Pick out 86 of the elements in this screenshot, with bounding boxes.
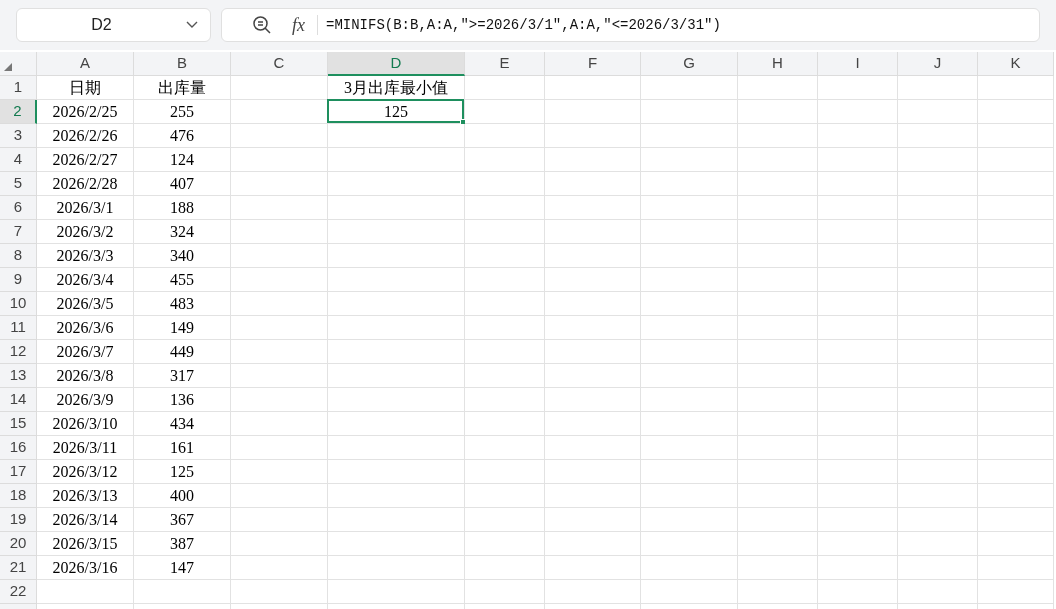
row-header[interactable]: 13 (0, 364, 37, 388)
table-cell: 日期 (37, 76, 134, 100)
row-header[interactable]: 21 (0, 556, 37, 580)
table-cell: 2026/2/27 (37, 148, 134, 172)
table-cell: 2026/3/11 (37, 436, 134, 460)
column-header[interactable]: I (818, 52, 898, 76)
table-cell: 2026/3/2 (37, 220, 134, 244)
table-cell: 317 (134, 364, 231, 388)
cell-reference: D2 (90, 15, 113, 35)
table-cell: 2026/3/4 (37, 268, 134, 292)
row-header[interactable]: 11 (0, 316, 37, 340)
column-header[interactable]: F (545, 52, 641, 76)
zoom-icon[interactable] (252, 15, 272, 35)
insert-function-button[interactable]: fx (292, 11, 305, 39)
table-cell: 2026/3/8 (37, 364, 134, 388)
table-cell: 2026/3/6 (37, 316, 134, 340)
table-cell: 161 (134, 436, 231, 460)
table-cell: 149 (134, 316, 231, 340)
row-header[interactable]: 20 (0, 532, 37, 556)
table-cell: 455 (134, 268, 231, 292)
column-header[interactable]: E (465, 52, 545, 76)
row-header[interactable]: 19 (0, 508, 37, 532)
column-header[interactable]: H (738, 52, 818, 76)
table-cell: 3月出库最小值 (328, 76, 465, 100)
row-header[interactable]: 16 (0, 436, 37, 460)
row-header[interactable]: 4 (0, 148, 37, 172)
row-header[interactable]: 22 (0, 580, 37, 604)
row-header[interactable]: 10 (0, 292, 37, 316)
table-cell: 2026/3/1 (37, 196, 134, 220)
select-all-icon[interactable] (4, 63, 12, 71)
table-cell: 125 (328, 100, 465, 124)
table-cell: 255 (134, 100, 231, 124)
table-cell: 2026/3/14 (37, 508, 134, 532)
formula-bar[interactable]: fx =MINIFS(B:B,A:A,″>=2026/3/1″,A:A,″<=2026/3/31″) (221, 8, 1040, 42)
column-header[interactable]: C (231, 52, 328, 76)
column-header[interactable]: K (978, 52, 1054, 76)
chevron-down-icon (186, 21, 198, 29)
table-cell: 2026/2/28 (37, 172, 134, 196)
row-header[interactable]: 17 (0, 460, 37, 484)
column-header[interactable]: G (641, 52, 738, 76)
table-cell: 407 (134, 172, 231, 196)
table-cell: 2026/3/13 (37, 484, 134, 508)
row-header[interactable]: 14 (0, 388, 37, 412)
table-cell: 147 (134, 556, 231, 580)
table-cell: 367 (134, 508, 231, 532)
row-header[interactable]: 8 (0, 244, 37, 268)
row-header[interactable]: 1 (0, 76, 37, 100)
row-header[interactable]: 2 (0, 100, 37, 124)
column-header[interactable]: J (898, 52, 978, 76)
table-cell: 449 (134, 340, 231, 364)
table-cell: 188 (134, 196, 231, 220)
table-cell: 324 (134, 220, 231, 244)
table-cell: 2026/3/9 (37, 388, 134, 412)
table-cell: 出库量 (134, 76, 231, 100)
table-cell: 2026/3/15 (37, 532, 134, 556)
formula-text: =MINIFS(B:B,A:A,″>=2026/3/1″,A:A,″<=2026/3/31″) (326, 15, 721, 35)
table-cell: 434 (134, 412, 231, 436)
table-cell: 2026/2/26 (37, 124, 134, 148)
column-header[interactable]: D (328, 52, 465, 76)
table-cell: 483 (134, 292, 231, 316)
column-header[interactable]: B (134, 52, 231, 76)
table-cell: 125 (134, 460, 231, 484)
table-cell: 2026/3/10 (37, 412, 134, 436)
row-header[interactable]: 5 (0, 172, 37, 196)
table-cell: 340 (134, 244, 231, 268)
row-header[interactable]: 12 (0, 340, 37, 364)
table-cell: 124 (134, 148, 231, 172)
table-cell: 476 (134, 124, 231, 148)
row-header[interactable]: 3 (0, 124, 37, 148)
table-cell: 387 (134, 532, 231, 556)
column-header[interactable]: A (37, 52, 134, 76)
name-box[interactable]: D2 (16, 8, 211, 42)
table-cell: 2026/2/25 (37, 100, 134, 124)
table-cell: 2026/3/7 (37, 340, 134, 364)
row-header[interactable]: 9 (0, 268, 37, 292)
fill-handle[interactable] (460, 119, 466, 125)
table-cell: 2026/3/16 (37, 556, 134, 580)
table-cell: 2026/3/12 (37, 460, 134, 484)
row-header[interactable]: 6 (0, 196, 37, 220)
table-cell: 2026/3/3 (37, 244, 134, 268)
table-cell: 400 (134, 484, 231, 508)
table-cell: 2026/3/5 (37, 292, 134, 316)
row-header[interactable]: 18 (0, 484, 37, 508)
row-header[interactable]: 15 (0, 412, 37, 436)
table-cell: 136 (134, 388, 231, 412)
row-header[interactable]: 7 (0, 220, 37, 244)
